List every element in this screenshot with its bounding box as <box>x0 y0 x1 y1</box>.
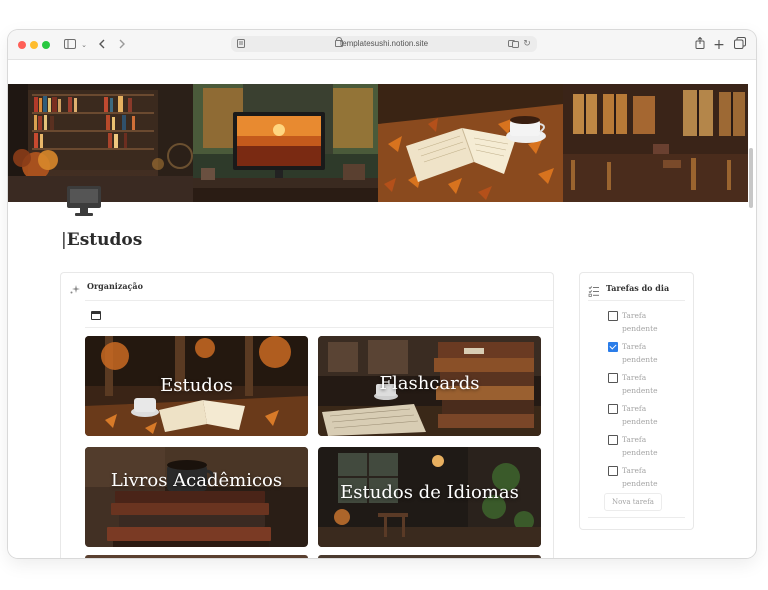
card-livros-label: Livros Acadêmicos <box>110 470 283 491</box>
task-label[interactable]: Tarefa pendente <box>622 371 682 397</box>
page-scrollbar[interactable] <box>749 148 753 208</box>
task-checkbox[interactable] <box>608 404 618 414</box>
task-checkbox[interactable] <box>608 466 618 476</box>
cover-panel-desk <box>193 84 378 202</box>
task-checkbox[interactable] <box>608 373 618 383</box>
task-label[interactable]: Tarefa pendente <box>622 433 682 459</box>
address-bar[interactable]: templatesushi.notion.site ↻ <box>231 36 537 52</box>
organizacao-section: Organização Estudos Flashcards Livros Ac… <box>60 272 554 558</box>
task-item[interactable]: Tarefa pendente <box>608 464 688 492</box>
task-checkbox[interactable] <box>608 311 618 321</box>
organizacao-heading[interactable]: Organização <box>87 281 143 291</box>
task-checkbox[interactable] <box>608 435 618 445</box>
card-idiomas-label: Estudos de Idiomas <box>340 482 519 503</box>
divider <box>588 300 685 301</box>
card-next-row-partial <box>85 555 308 558</box>
cover-image[interactable] <box>8 84 748 202</box>
divider <box>85 300 553 301</box>
sparkle-icon <box>69 281 81 294</box>
task-item[interactable]: Tarefa pendente <box>608 371 688 399</box>
divider <box>588 517 685 518</box>
forward-icon[interactable] <box>114 37 130 53</box>
maximize-window-button[interactable] <box>42 41 50 49</box>
browser-toolbar: ⌄ templatesushi.notion.site ↻ + <box>8 30 756 60</box>
task-label[interactable]: Tarefa pendente <box>622 340 682 366</box>
tarefas-heading[interactable]: Tarefas do dia <box>606 283 669 293</box>
monitor-icon[interactable] <box>66 184 102 218</box>
card-flashcards[interactable]: Flashcards <box>318 336 541 436</box>
page-content: |Estudos Organização Estudos Flashcards … <box>8 60 756 558</box>
task-label[interactable]: Tarefa pendente <box>622 402 682 428</box>
task-item[interactable]: Tarefa pendente <box>608 309 688 337</box>
task-item[interactable]: Tarefa pendente <box>608 433 688 461</box>
tabs-icon[interactable] <box>732 37 748 53</box>
task-item[interactable]: Tarefa pendente <box>608 340 688 368</box>
translate-icon[interactable] <box>507 36 519 52</box>
minimize-window-button[interactable] <box>30 41 38 49</box>
card-flashcards-label: Flashcards <box>379 373 480 394</box>
reload-icon[interactable]: ↻ <box>521 36 533 52</box>
page-title[interactable]: |Estudos <box>61 230 142 250</box>
task-item[interactable]: Tarefa pendente <box>608 402 688 430</box>
task-label[interactable]: Tarefa pendente <box>622 464 682 490</box>
card-estudos[interactable]: Estudos <box>85 336 308 436</box>
checklist-icon <box>588 282 600 297</box>
card-livros-image <box>85 447 308 547</box>
url-text: templatesushi.notion.site <box>339 39 429 48</box>
cover-panel-book-coffee <box>378 84 563 202</box>
tarefas-section: Tarefas do dia Tarefa pendente Tarefa pe… <box>579 272 694 530</box>
divider <box>85 327 553 328</box>
browser-window: ⌄ templatesushi.notion.site ↻ + |Estudos… <box>8 30 756 558</box>
card-estudos-idiomas[interactable]: Estudos de Idiomas <box>318 447 541 547</box>
chevron-down-icon[interactable]: ⌄ <box>76 37 92 53</box>
card-next-row-partial <box>318 555 541 558</box>
share-icon[interactable] <box>692 36 708 53</box>
card-livros-academicos[interactable]: Livros Acadêmicos <box>85 447 308 547</box>
new-tab-icon[interactable]: + <box>711 37 727 53</box>
calendar-icon[interactable] <box>91 311 101 320</box>
task-label[interactable]: Tarefa pendente <box>622 309 682 335</box>
back-icon[interactable] <box>94 37 110 53</box>
task-checkbox-checked[interactable] <box>608 342 618 352</box>
card-estudos-label: Estudos <box>160 375 233 396</box>
close-window-button[interactable] <box>18 41 26 49</box>
cover-panel-cafe <box>563 84 748 202</box>
new-task-button[interactable]: Nova tarefa <box>604 493 662 511</box>
